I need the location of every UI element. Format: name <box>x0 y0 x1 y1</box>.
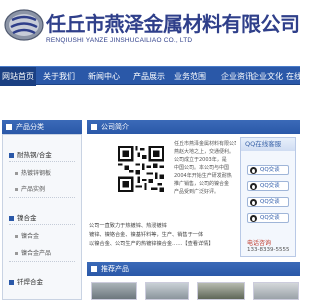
qq-penguin-icon <box>250 199 257 206</box>
divider <box>9 261 75 262</box>
product-image[interactable] <box>145 282 189 300</box>
about-title: 公司简介 <box>101 123 129 131</box>
qq-chat-button[interactable]: QQ交谈 <box>247 197 289 207</box>
about-line: 燕赵大地之上，交通便利。 <box>174 149 235 155</box>
dot-bullet-icon <box>15 235 18 238</box>
about-line: 中国公司。本公司与中国 <box>174 165 230 171</box>
qq-penguin-icon <box>250 183 257 190</box>
banner-gap <box>0 86 300 106</box>
nav-products[interactable]: 产品展示 <box>128 67 170 86</box>
products-title: 推荐产品 <box>101 265 129 273</box>
nav-culture[interactable]: 企业文化 <box>246 67 288 86</box>
product-thumbnails <box>87 282 300 300</box>
product-image[interactable] <box>197 282 245 300</box>
nav-online[interactable]: 在线 <box>284 67 304 86</box>
product-category-panel: 耐热钢/合金 热镀锌钢板 产品实例 镍合金 镍合金 镍合金产品 钎焊合金 <box>2 134 82 300</box>
divider <box>9 224 75 225</box>
square-bullet-icon <box>9 215 14 221</box>
product-image[interactable] <box>253 282 299 300</box>
divider <box>9 161 75 162</box>
phone-number: 133-8339-5555 <box>247 247 290 253</box>
square-bullet-icon <box>6 124 12 130</box>
category-title[interactable]: 钎焊合金 <box>9 276 43 286</box>
phone-consult-label: 电话咨询 <box>247 240 272 247</box>
category-sub-item[interactable]: 热镀锌钢板 <box>15 168 51 177</box>
about-line: 产品受到广泛好评。 <box>174 189 220 195</box>
divider <box>9 197 75 198</box>
sidebar-title: 产品分类 <box>16 123 44 131</box>
nav-about[interactable]: 关于我们 <box>40 67 78 86</box>
products-title-bar: 推荐产品 <box>87 262 300 276</box>
about-line: 推广销售，公司的镍合金 <box>174 181 230 187</box>
about-summary-line[interactable]: 以镍合金、公司生产的热镀锌镍合金……【查看详情】 <box>89 240 239 249</box>
qq-chat-button[interactable]: QQ交谈 <box>247 213 289 223</box>
product-image[interactable] <box>91 282 137 300</box>
qq-penguin-icon <box>250 215 257 222</box>
category-sub-item[interactable]: 产品实例 <box>15 184 45 193</box>
square-bullet-icon <box>9 279 14 285</box>
about-title-bar: 公司简介 <box>87 120 300 134</box>
nav-news[interactable]: 新闻中心 <box>84 67 124 86</box>
category-title[interactable]: 镍合金 <box>9 212 37 222</box>
qq-penguin-icon <box>250 167 257 174</box>
about-line: 公司成立于2003年，是 <box>174 157 227 163</box>
about-intro-text: 任丘市燕泽金属材料有限公司位于素 燕赵大地之上，交通便利。 公司成立于2003年… <box>174 140 236 196</box>
about-summary: 公司一直致力于热镀锌、热浸镀锌 镀锌、镍铬合金、镍基钎料等，生产、销售于一体 以… <box>89 222 239 249</box>
qq-service-title: QQ在线客服 <box>241 138 295 151</box>
category-sub-item[interactable]: 镍合金 <box>15 231 39 240</box>
square-bullet-icon <box>91 266 97 272</box>
company-name-english: RENQIUSHI YANZE JINSHUCAILIAO CO., LTD <box>46 37 193 44</box>
nav-home[interactable]: 网站首页 <box>0 67 36 86</box>
nav-business[interactable]: 业务范围 <box>170 67 210 86</box>
company-name: 任丘市燕泽金属材料有限公司 <box>46 12 300 36</box>
dot-bullet-icon <box>15 188 18 191</box>
about-line: 2004年开始生产研发耐热 <box>174 173 232 179</box>
qq-chat-button[interactable]: QQ交谈 <box>247 165 289 175</box>
square-bullet-icon <box>9 152 14 158</box>
about-summary-line: 镀锌、镍铬合金、镍基钎料等，生产、销售于一体 <box>89 232 204 238</box>
about-line: 任丘市燕泽金属材料有限公司位于素 <box>174 141 236 147</box>
about-summary-line: 公司一直致力于热镀锌、热浸镀锌 <box>89 223 167 229</box>
main-nav: 网站首页 关于我们 新闻中心 产品展示 业务范围 企业资讯 企业文化 在线 <box>0 66 302 86</box>
qq-chat-button[interactable]: QQ交谈 <box>247 181 289 191</box>
dot-bullet-icon <box>15 172 18 175</box>
category-title[interactable]: 耐热钢/合金 <box>9 149 52 159</box>
sidebar-title-bar: 产品分类 <box>2 120 82 134</box>
company-logo[interactable] <box>4 8 44 42</box>
site-header: 任丘市燕泽金属材料有限公司 RENQIUSHI YANZE JINSHUCAIL… <box>0 0 300 64</box>
square-bullet-icon <box>91 124 97 130</box>
qq-service-panel: QQ在线客服 QQ交谈 QQ交谈 QQ交谈 QQ交谈 电话咨询 133-8339… <box>240 137 296 257</box>
qr-code <box>118 146 164 192</box>
dot-bullet-icon <box>15 252 18 255</box>
category-sub-item[interactable]: 镍合金产品 <box>15 248 51 257</box>
